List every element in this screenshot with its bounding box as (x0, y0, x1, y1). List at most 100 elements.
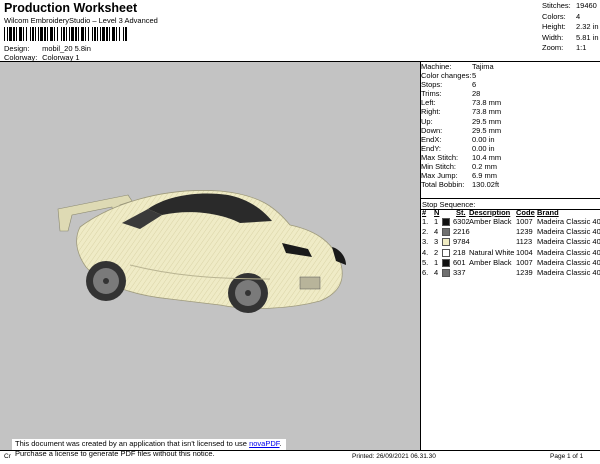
info-label: EndY: (421, 143, 442, 153)
summary-label: Width: (542, 32, 564, 42)
thread-brand: Madeira Classic 40 (537, 268, 600, 277)
info-label: Trims: (421, 89, 442, 99)
col-header-code: Code (516, 208, 535, 217)
row-number: 5. (422, 257, 429, 267)
col-header-description: Description (469, 208, 511, 217)
row-number: 4. (422, 247, 429, 257)
stitch-count: 218 (453, 247, 466, 257)
design-summary: Stitches: 19460 Colors: 4 Height: 2.32 in W… (542, 1, 599, 54)
info-row: Total Bobbin: 130.02ft (421, 180, 600, 189)
col-header-num: # (422, 208, 427, 217)
summary-value: 1:1 (576, 43, 587, 52)
car-embroidery-image (57, 190, 346, 313)
needle-number: 4 (434, 227, 439, 237)
footer-left: Cr (4, 453, 11, 460)
page-number: Page 1 of 1 (550, 453, 584, 460)
info-row: Machine: Tajima (421, 62, 600, 71)
stitch-count: 601 (453, 257, 466, 267)
stop-sequence-table: 1. 1 6302 Amber Black 1007 Madeira Classic 40… (421, 217, 600, 277)
sequence-row: 3. 3 9784 1123 Madeira Classic 40 (421, 237, 600, 247)
thread-color-swatch (442, 269, 450, 277)
novapdf-link[interactable]: novaPDF (249, 439, 279, 448)
info-row: Down: 29.5 mm (421, 126, 600, 135)
info-row: EndX: 0.00 in (421, 135, 600, 144)
thread-brand: Madeira Classic 40 (537, 217, 600, 226)
thread-code: 1123 (516, 237, 533, 247)
info-value: 6 (472, 80, 477, 90)
summary-row: Stitches: 19460 (542, 1, 599, 12)
row-number: 2. (422, 227, 429, 237)
sequence-row: 4. 2 218 Natural White 1004 Madeira Classic 4… (421, 248, 600, 258)
stitch-count: 2216 (453, 227, 470, 237)
barcode-image (4, 27, 127, 41)
info-label: Max Stitch: (421, 152, 459, 162)
row-number: 3. (422, 237, 429, 247)
summary-label: Zoom: (542, 43, 564, 52)
info-row: EndY: 0.00 in (421, 144, 600, 153)
stitch-count: 6302 (453, 217, 470, 226)
design-row: Design: mobil_20 5.8in (4, 44, 91, 53)
software-subtitle: Wilcom EmbroideryStudio – Level 3 Advanc… (4, 16, 158, 25)
thread-description: Amber Black (469, 217, 512, 226)
info-row: Min Stitch: 0.2 mm (421, 162, 600, 171)
summary-row: Zoom: 1:1 (542, 43, 599, 54)
info-value: 5 (472, 71, 477, 81)
design-preview (0, 62, 421, 450)
info-value: 10.4 mm (472, 152, 502, 162)
worksheet-title: Production Worksheet (4, 1, 138, 15)
summary-row: Colors: 4 (542, 12, 599, 23)
info-row: Trims: 28 (421, 89, 600, 98)
notice-text: This document was created by an applicat… (15, 439, 250, 448)
info-value: 0.2 mm (472, 162, 498, 172)
sequence-row: 5. 1 601 Amber Black 1007 Madeira Classic 40 (421, 258, 600, 268)
summary-value: 2.32 in (576, 22, 599, 31)
info-label: Right: (421, 107, 441, 117)
info-label: EndX: (421, 134, 442, 144)
thread-description: Natural White (469, 247, 515, 257)
info-row: Max Stitch: 10.4 mm (421, 153, 600, 162)
sequence-divider (421, 209, 600, 210)
stop-sequence-title: Stop Sequence: (422, 200, 476, 209)
needle-number: 1 (434, 217, 439, 226)
thread-code: 1007 (516, 257, 533, 267)
info-value: Tajima (472, 62, 494, 71)
summary-label: Height: (542, 22, 566, 31)
info-label: Color changes: (421, 71, 472, 81)
info-label: Max Jump: (421, 171, 458, 181)
summary-label: Stitches: (542, 1, 571, 10)
info-value: 0.00 in (472, 143, 495, 153)
design-value: mobil_20 5.8in (42, 44, 91, 53)
summary-value: 5.81 in (576, 32, 599, 42)
sequence-row: 6. 4 337 1239 Madeira Classic 40 (421, 268, 600, 278)
info-row: Stops: 6 (421, 80, 600, 89)
notice-line-1: This document was created by an applicat… (15, 439, 282, 449)
summary-value: 19460 (576, 1, 597, 10)
col-header-n: N (434, 208, 440, 217)
info-value: 6.9 mm (472, 171, 498, 181)
needle-number: 3 (434, 237, 439, 247)
thread-brand: Madeira Classic 40 (537, 247, 600, 257)
notice-period: . (279, 439, 282, 448)
thread-color-swatch (442, 248, 450, 257)
info-row: Left: 73.8 mm (421, 98, 600, 107)
col-header-brand: Brand (537, 208, 559, 217)
needle-number: 4 (434, 268, 439, 277)
thread-color-swatch (442, 218, 450, 226)
info-value: 130.02ft (472, 180, 500, 190)
info-value: 29.5 mm (472, 116, 502, 126)
info-divider (421, 198, 600, 199)
thread-color-swatch (442, 228, 450, 237)
info-row: Color changes:5 (421, 71, 600, 80)
info-value: 73.8 mm (472, 98, 502, 108)
info-label: Stops: (421, 80, 443, 90)
summary-row: Width: 5.81 in (542, 33, 599, 44)
thread-code: 1004 (516, 247, 533, 257)
page-footer: Cr Printed: 26/09/2021 06.31.30 Page 1 o… (0, 450, 600, 464)
thread-brand: Madeira Classic 40 (537, 227, 600, 237)
thread-description: Amber Black (469, 257, 512, 267)
thread-brand: Madeira Classic 40 (537, 257, 600, 267)
info-label: Total Bobbin: (421, 180, 465, 190)
row-number: 1. (422, 217, 429, 226)
info-label: Min Stitch: (421, 162, 457, 172)
thread-code: 1239 (516, 268, 533, 277)
